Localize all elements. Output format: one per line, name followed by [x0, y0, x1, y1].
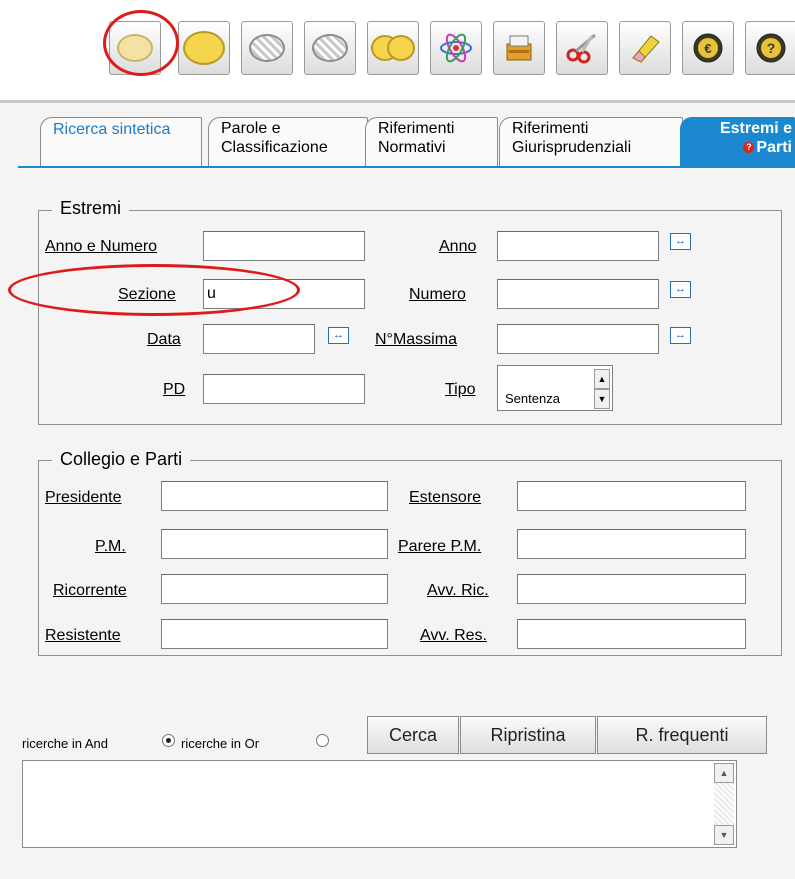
atom-icon [440, 33, 472, 63]
scroll-up-icon[interactable]: ▲ [714, 763, 734, 783]
avv-ric-label: Avv. Ric. [427, 582, 489, 599]
archive-button[interactable] [493, 21, 545, 75]
tab-underline [18, 166, 795, 168]
pm-input[interactable] [161, 529, 388, 559]
data-range-button[interactable]: ↔ [328, 327, 349, 344]
scissors-icon [566, 33, 596, 64]
anno-input[interactable] [497, 231, 659, 261]
euro-icon: € [693, 33, 723, 63]
tab-riferimenti-normativi[interactable]: Riferimenti Normativi [365, 117, 498, 167]
tipo-label: Tipo [445, 381, 476, 398]
eraser-button[interactable] [619, 21, 671, 75]
pm-label: P.M. [95, 538, 126, 555]
estensore-input[interactable] [517, 481, 746, 511]
tab-ricerca-sintetica[interactable]: Ricerca sintetica [40, 117, 202, 167]
lens-merge-icon [371, 35, 415, 61]
nmassima-range-button[interactable]: ↔ [670, 327, 691, 344]
lens-yellow-button[interactable] [178, 21, 230, 75]
tab-estremi-parti[interactable]: Estremi e ? Parti [680, 117, 795, 167]
spin-up-icon[interactable]: ▲ [594, 369, 610, 389]
toolbar-divider [0, 100, 795, 103]
resistente-label: Resistente [45, 627, 121, 644]
avv-res-label: Avv. Res. [420, 627, 487, 644]
tipo-value: Sentenza [505, 391, 560, 406]
ricorrente-label: Ricorrente [53, 582, 127, 599]
anno-numero-label: Anno e Numero [45, 238, 158, 255]
lens-striped-grey-icon [312, 34, 348, 62]
scroll-down-icon[interactable]: ▼ [714, 825, 734, 845]
toolbar: € ? [0, 0, 795, 100]
numero-input[interactable] [497, 279, 659, 309]
or-radio[interactable] [316, 734, 329, 747]
lens-pale-button[interactable] [109, 21, 161, 75]
tab-label: Ricerca sintetica [53, 121, 171, 138]
svg-text:€: € [704, 41, 711, 56]
sezione-label: Sezione [118, 286, 176, 303]
anno-label: Anno [439, 238, 477, 255]
avv-res-input[interactable] [517, 619, 746, 649]
spin-down-icon[interactable]: ▼ [594, 389, 610, 409]
ripristina-button[interactable]: Ripristina [460, 716, 596, 754]
scissors-button[interactable] [556, 21, 608, 75]
avv-ric-input[interactable] [517, 574, 746, 604]
tab-label: Normativi [378, 139, 446, 156]
sezione-input[interactable] [203, 279, 365, 309]
presidente-label: Presidente [45, 489, 122, 506]
tipo-select[interactable]: Sentenza ▲ ▼ [497, 365, 613, 411]
tab-label: Estremi e [719, 120, 792, 137]
anno-range-button[interactable]: ↔ [670, 233, 691, 250]
eraser-icon [632, 35, 660, 63]
nmassima-input[interactable] [497, 324, 659, 354]
cerca-button[interactable]: Cerca [367, 716, 459, 754]
parere-pm-label: Parere P.M. [398, 538, 482, 555]
results-scrollbar[interactable]: ▲ ▼ [714, 763, 734, 845]
help-button[interactable]: ? [745, 21, 795, 75]
tab-label: Parole e [221, 120, 281, 137]
pd-label: PD [163, 381, 186, 398]
lens-striped-grey-button[interactable] [304, 21, 356, 75]
resistente-input[interactable] [161, 619, 388, 649]
ricorrente-input[interactable] [161, 574, 388, 604]
euro-button[interactable]: € [682, 21, 734, 75]
anno-numero-input[interactable] [203, 231, 365, 261]
lens-yellow-icon [183, 31, 225, 65]
and-radio[interactable] [162, 734, 175, 747]
numero-range-button[interactable]: ↔ [670, 281, 691, 298]
presidente-input[interactable] [161, 481, 388, 511]
frequenti-button[interactable]: R. frequenti [597, 716, 767, 754]
nmassima-label: N°Massima [375, 331, 457, 348]
tab-label: Riferimenti [378, 120, 455, 137]
svg-text:?: ? [767, 40, 776, 56]
help-icon: ? [756, 33, 786, 63]
or-radio-label: ricerche in Or [181, 736, 260, 751]
results-box[interactable]: ▲ ▼ [22, 760, 737, 848]
tab-riferimenti-giurisprudenziali[interactable]: Riferimenti Giurisprudenziali [499, 117, 683, 167]
help-badge-icon: ? [743, 142, 755, 154]
and-radio-label: ricerche in And [22, 736, 108, 751]
data-label: Data [147, 331, 181, 348]
estremi-legend: Estremi [52, 198, 130, 219]
atom-button[interactable] [430, 21, 482, 75]
data-input[interactable] [203, 324, 315, 354]
lens-merge-button[interactable] [367, 21, 419, 75]
lens-striped-icon [249, 34, 285, 62]
pd-input[interactable] [203, 374, 365, 404]
tab-label-row: ? Parti [693, 138, 792, 157]
parere-pm-input[interactable] [517, 529, 746, 559]
tab-label: Giurisprudenziali [512, 139, 632, 156]
lens-pale-icon [117, 34, 153, 62]
tab-label: Classificazione [221, 139, 328, 156]
tab-parole-classificazione[interactable]: Parole e Classificazione [208, 117, 368, 167]
numero-label: Numero [409, 286, 466, 303]
tab-label: Parti [756, 139, 792, 156]
lens-striped-button[interactable] [241, 21, 293, 75]
estensore-label: Estensore [409, 489, 482, 506]
collegio-legend: Collegio e Parti [52, 449, 191, 470]
archive-icon [506, 35, 532, 61]
tab-label: Riferimenti [512, 120, 589, 137]
